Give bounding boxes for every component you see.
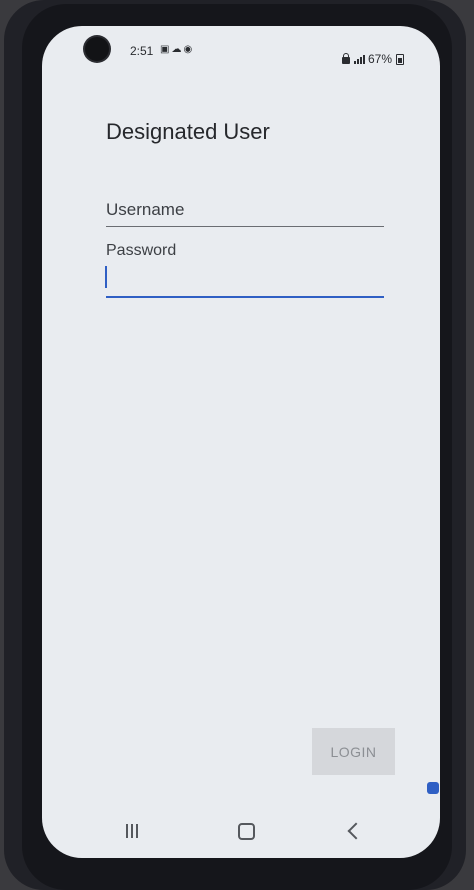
login-button[interactable]: LOGIN bbox=[312, 728, 395, 775]
username-field[interactable] bbox=[106, 194, 384, 227]
battery-icon bbox=[396, 53, 404, 65]
recents-button[interactable] bbox=[112, 818, 152, 844]
cloud-icon: ☁ bbox=[171, 44, 184, 55]
status-right: 67% bbox=[341, 52, 404, 66]
location-icon: ◉ bbox=[183, 44, 195, 55]
home-icon bbox=[237, 822, 255, 840]
navigation-bar bbox=[42, 810, 440, 854]
screenshot-icon: ▣ bbox=[160, 44, 172, 55]
accessibility-icon[interactable] bbox=[427, 782, 439, 794]
recents-icon bbox=[126, 824, 138, 838]
status-time: 2:51 bbox=[130, 44, 154, 58]
phone-screen: 2:51 ▣☁◉ 67% Designated User Password LO… bbox=[42, 26, 440, 858]
back-icon bbox=[347, 822, 365, 840]
lock-icon bbox=[341, 52, 350, 64]
back-button[interactable] bbox=[336, 818, 376, 844]
notification-icons: ▣☁◉ bbox=[160, 44, 194, 55]
text-cursor bbox=[105, 266, 107, 288]
home-button[interactable] bbox=[226, 818, 266, 844]
battery-percent: 67% bbox=[367, 52, 392, 66]
signal-icon bbox=[353, 54, 365, 64]
password-field[interactable] bbox=[106, 266, 384, 298]
page-title: Designated User bbox=[106, 119, 270, 144]
status-bar: 2:51 ▣☁◉ 67% bbox=[42, 40, 440, 66]
password-label: Password bbox=[106, 242, 177, 259]
